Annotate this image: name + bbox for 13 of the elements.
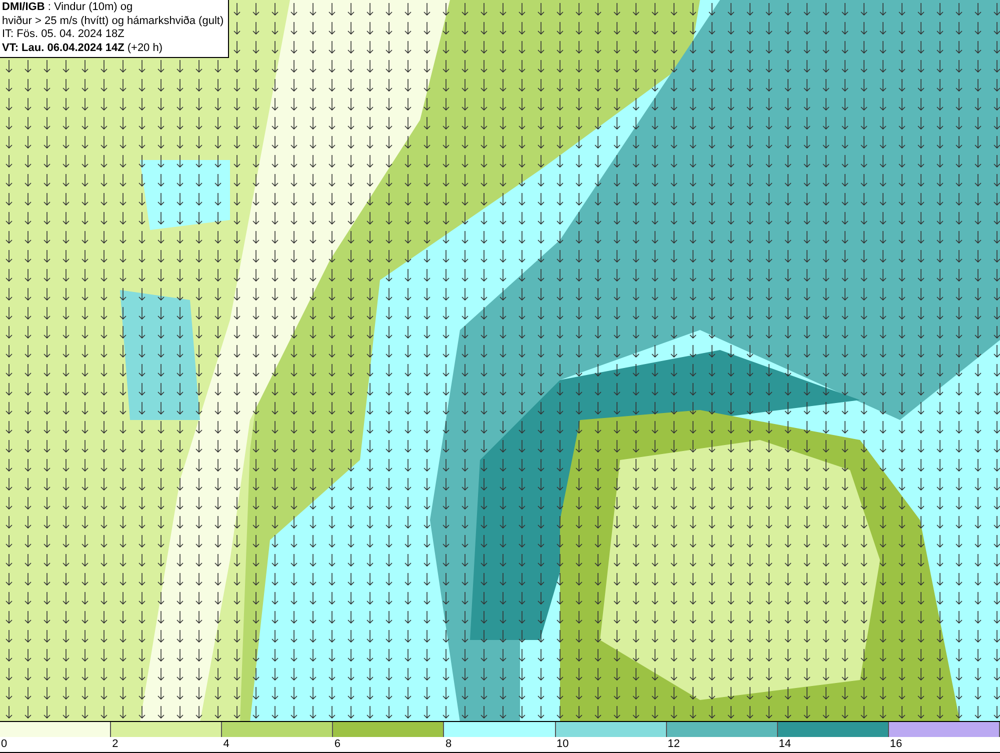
legend-tick-label: 2 xyxy=(111,737,118,752)
legend-tick-label: 16 xyxy=(888,737,902,752)
legend-tick-label: 0 xyxy=(0,737,8,752)
legend-tick-label: 4 xyxy=(222,737,230,752)
info-text: VT: Lau. 06.04.2024 14Z (+20 h) xyxy=(2,42,164,55)
info-text: DMI/IGB : Vindur (10m) og xyxy=(2,1,134,14)
info-text: IT: Fös. 05. 04. 2024 18Z xyxy=(2,28,126,42)
legend-tick-label: 6 xyxy=(333,737,340,752)
legend-tick-label: 12 xyxy=(666,737,680,752)
legend-tick-label: 8 xyxy=(444,737,452,752)
legend-tick-label: 14 xyxy=(778,737,792,752)
legend-tick-label: 10 xyxy=(556,737,569,752)
info-text: hviður > 25 m/s (hvítt) og hámarkshviða (gult) xyxy=(2,14,224,28)
